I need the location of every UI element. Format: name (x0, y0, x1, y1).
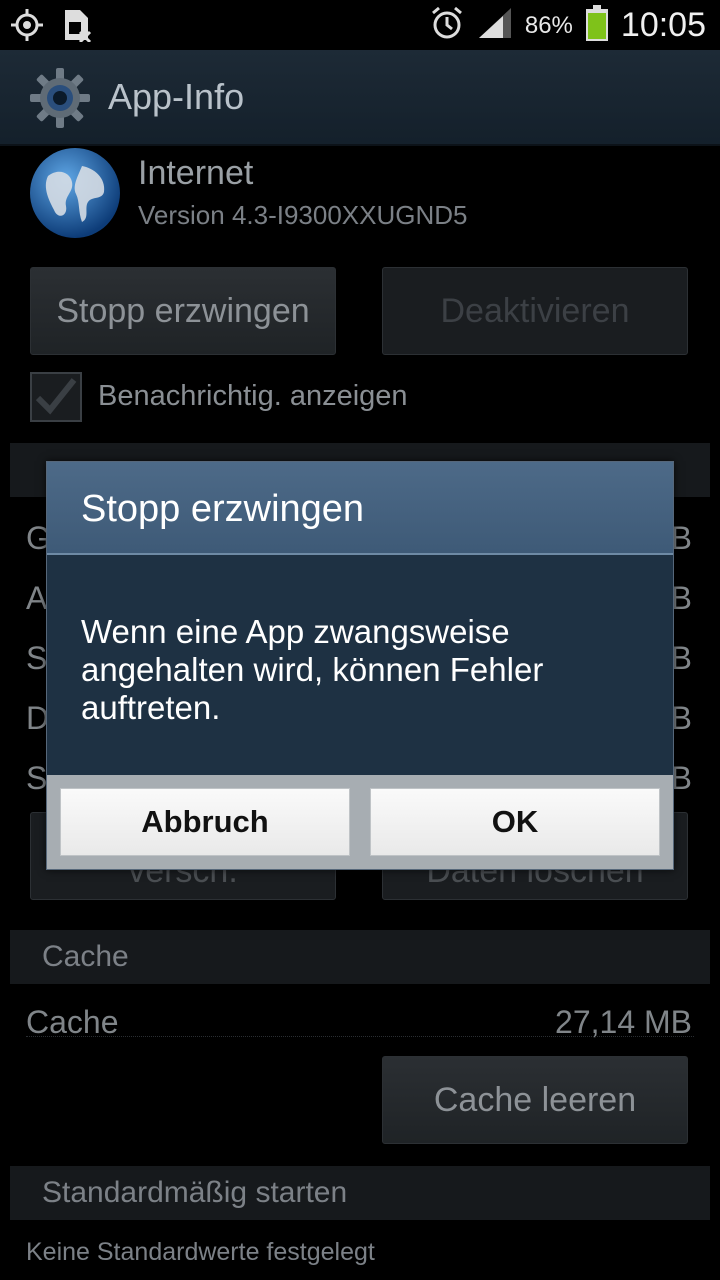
section-title: Standardmäßig starten (42, 1176, 348, 1209)
storage-row-label: S (26, 760, 48, 796)
disable-button: Deaktivieren (382, 267, 688, 355)
location-icon (10, 8, 44, 47)
storage-row-label: A (26, 580, 48, 616)
battery-percent: 86% (524, 11, 573, 39)
default-section-header: Standardmäßig starten (10, 1166, 710, 1220)
section-title: Cache (42, 940, 129, 973)
status-bar: 86% 10:05 (0, 0, 720, 50)
storage-row-label: S (26, 640, 48, 676)
battery-icon (585, 4, 609, 47)
force-stop-dialog: Stopp erzwingen Wenn eine App zwangsweis… (46, 461, 674, 870)
notification-label: Benachrichtig. anzeigen (98, 380, 408, 412)
alarm-icon (429, 5, 465, 46)
dialog-body: Wenn eine App zwangsweise angehalten wir… (47, 555, 673, 775)
app-version: Version 4.3-I9300XXUGND5 (138, 200, 468, 230)
action-bar: App-Info (0, 50, 720, 146)
default-status-text: Keine Standardwerte festgelegt (26, 1238, 375, 1266)
clock: 10:05 (620, 6, 706, 44)
app-name: Internet (138, 154, 254, 192)
dialog-header: Stopp erzwingen (47, 462, 673, 555)
globe-icon (28, 146, 122, 245)
notification-checkbox[interactable] (30, 372, 82, 422)
sim-icon (62, 8, 92, 47)
ok-button[interactable]: OK (370, 788, 660, 856)
page-title: App-Info (108, 76, 245, 117)
cache-section-header: Cache (10, 930, 710, 984)
cancel-button[interactable]: Abbruch (60, 788, 350, 856)
dialog-message: Wenn eine App zwangsweise angehalten wir… (81, 613, 544, 726)
gear-icon[interactable] (28, 66, 92, 135)
force-stop-button[interactable]: Stopp erzwingen (30, 267, 336, 355)
clear-cache-button[interactable]: Cache leeren (382, 1056, 688, 1144)
dialog-title: Stopp erzwingen (81, 488, 365, 530)
checkmark-icon (35, 378, 77, 415)
divider (26, 1036, 694, 1037)
signal-icon (477, 6, 513, 45)
dialog-button-bar: Abbruch OK (47, 775, 673, 869)
